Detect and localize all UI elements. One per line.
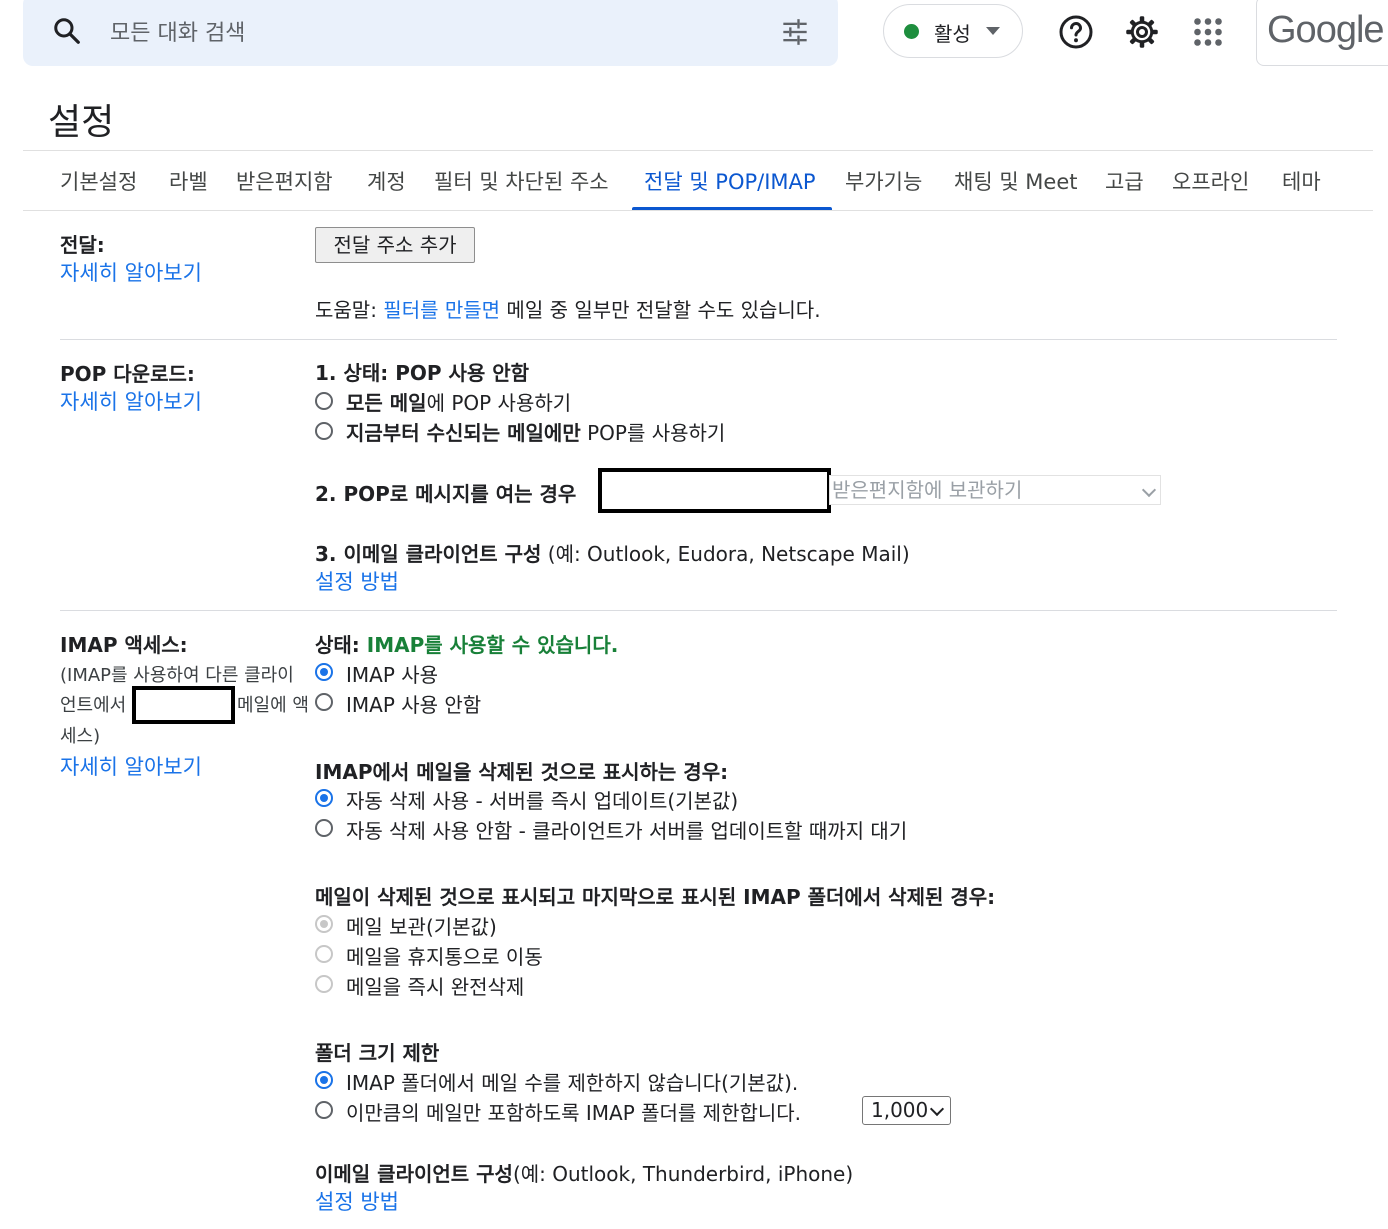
pop-new-mail-option: 지금부터 수신되는 메일에만 POP를 사용하기 (346, 417, 725, 446)
redacted-box (132, 686, 235, 724)
create-filter-link[interactable]: 필터를 만들면 (383, 298, 500, 322)
add-forwarding-address-button[interactable]: 전달 주소 추가 (315, 227, 475, 263)
status-dot-icon (904, 24, 919, 39)
pop-new-mail-radio[interactable] (315, 422, 333, 440)
tab-offline[interactable]: 오프라인 (1172, 166, 1249, 196)
page-title: 설정 (48, 102, 115, 143)
tab-chat-meet[interactable]: 채팅 및 Meet (954, 166, 1078, 196)
pop-all-mail-radio[interactable] (315, 392, 333, 410)
imap-client-config: 이메일 클라이언트 구성(예: Outlook, Thunderbird, iP… (315, 1158, 853, 1187)
trash-label: 메일을 휴지통으로 이동 (346, 945, 543, 969)
section-divider (60, 339, 1337, 340)
option-rest: POP를 사용하기 (580, 421, 726, 445)
pop-all-mail-option: 모든 메일에 POP 사용하기 (346, 387, 571, 416)
archive-label: 메일 보관(기본값) (346, 915, 497, 939)
folder-no-limit-radio[interactable] (315, 1071, 333, 1089)
imap-disable-label: IMAP 사용 안함 (346, 693, 482, 717)
folder-limit-radio[interactable] (315, 1101, 333, 1119)
tab-forwarding-pop-imap[interactable]: 전달 및 POP/IMAP (644, 166, 816, 196)
tabs-divider-top (23, 150, 1373, 151)
google-logo: Google (1267, 9, 1385, 51)
option-bold: 지금부터 수신되는 메일에만 (346, 421, 581, 445)
google-account-button[interactable]: Google (1256, 0, 1388, 66)
pop-learn-more-link[interactable]: 자세히 알아보기 (60, 386, 202, 416)
auto-expunge-on-radio[interactable] (315, 789, 333, 807)
option-rest: 에 POP 사용하기 (426, 391, 572, 415)
imap-desc-line3: 세스) (60, 726, 101, 747)
section-divider (60, 610, 1337, 611)
imap-delete-heading: IMAP에서 메일을 삭제된 것으로 표시하는 경우: (315, 760, 729, 784)
delete-forever-label: 메일을 즉시 완전삭제 (346, 975, 525, 999)
tab-inbox[interactable]: 받은편지함 (236, 166, 333, 196)
status-value: IMAP를 사용할 수 있습니다. (366, 633, 619, 657)
apps-grid-icon[interactable] (1190, 14, 1226, 50)
imap-enable-label: IMAP 사용 (346, 663, 439, 687)
chevron-down-icon (929, 1101, 945, 1117)
forwarding-learn-more-link[interactable]: 자세히 알아보기 (60, 257, 202, 287)
imap-status: 상태: IMAP를 사용할 수 있습니다. (315, 629, 618, 658)
imap-disable-radio[interactable] (315, 693, 333, 711)
imap-access-label: IMAP 액세스: (60, 633, 188, 657)
client-bold: 3. 이메일 클라이언트 구성 (315, 542, 542, 566)
client-bold: 이메일 클라이언트 구성 (315, 1162, 513, 1186)
delete-forever-radio[interactable] (315, 975, 333, 993)
pop-setup-link[interactable]: 설정 방법 (315, 566, 399, 596)
folder-no-limit-label: IMAP 폴더에서 메일 수를 제한하지 않습니다(기본값). (346, 1071, 799, 1095)
pop-status: 1. 상태: POP 사용 안함 (315, 361, 530, 385)
folder-size-heading: 폴더 크기 제한 (315, 1041, 440, 1065)
status-prefix: 상태: (315, 633, 367, 657)
caret-down-icon (986, 27, 1000, 35)
pop-action-select[interactable]: 받은편지함에 보관하기 (829, 475, 1161, 505)
imap-enable-radio[interactable] (315, 663, 333, 681)
archive-radio[interactable] (315, 915, 333, 933)
status-label: 활성 (934, 22, 971, 46)
pop-download-label: POP 다운로드: (60, 362, 195, 386)
tab-advanced[interactable]: 고급 (1105, 166, 1144, 196)
folder-limit-value: 1,000 (871, 1098, 929, 1122)
tune-icon[interactable] (780, 18, 810, 46)
tab-accounts[interactable]: 계정 (367, 166, 406, 196)
trash-radio[interactable] (315, 945, 333, 963)
tab-labels[interactable]: 라벨 (169, 166, 208, 196)
auto-expunge-off-label: 자동 삭제 사용 안함 - 클라이언트가 서버를 업데이트할 때까지 대기 (346, 819, 908, 843)
auto-expunge-off-radio[interactable] (315, 819, 333, 837)
tab-general[interactable]: 기본설정 (60, 166, 137, 196)
folder-limit-label: 이만큼의 메일만 포함하도록 IMAP 폴더를 제한합니다. (346, 1101, 802, 1125)
folder-limit-select[interactable]: 1,000 (862, 1096, 951, 1125)
search-bar[interactable]: 모든 대화 검색 (23, 0, 838, 66)
imap-learn-more-link[interactable]: 자세히 알아보기 (60, 751, 202, 781)
redacted-box (598, 468, 831, 513)
search-icon[interactable] (52, 16, 82, 46)
settings-gear-icon[interactable] (1124, 14, 1160, 50)
help-icon[interactable] (1058, 14, 1094, 50)
imap-expunge-heading: 메일이 삭제된 것으로 표시되고 마지막으로 표시된 IMAP 폴더에서 삭제된… (315, 885, 996, 909)
status-selector[interactable]: 활성 (883, 4, 1023, 58)
chevron-down-icon (1141, 482, 1157, 498)
pop-client-config: 3. 이메일 클라이언트 구성 (예: Outlook, Eudora, Net… (315, 538, 910, 567)
forwarding-tip: 도움말: 필터를 만들면 메일 중 일부만 전달할 수도 있습니다. (315, 294, 821, 323)
client-rest: (예: Outlook, Thunderbird, iPhone) (512, 1162, 854, 1186)
option-bold: 모든 메일 (346, 391, 427, 415)
tab-filters[interactable]: 필터 및 차단된 주소 (434, 166, 609, 196)
pop-action-value: 받은편지함에 보관하기 (832, 478, 1023, 502)
forwarding-label: 전달: (60, 233, 105, 257)
tab-themes[interactable]: 테마 (1282, 166, 1321, 196)
auto-expunge-on-label: 자동 삭제 사용 - 서버를 즉시 업데이트(기본값) (346, 789, 739, 813)
tip-prefix: 도움말: (315, 298, 384, 322)
imap-desc-line2a: 언트에서 (60, 695, 127, 716)
tip-suffix: 메일 중 일부만 전달할 수도 있습니다. (500, 298, 821, 322)
pop-when-opened-label: 2. POP로 메시지를 여는 경우 (315, 482, 577, 506)
client-rest: (예: Outlook, Eudora, Netscape Mail) (541, 542, 910, 566)
tab-addons[interactable]: 부가기능 (845, 166, 922, 196)
imap-desc-line2b: 메일에 액 (237, 695, 309, 716)
imap-setup-link[interactable]: 설정 방법 (315, 1186, 399, 1216)
search-input[interactable]: 모든 대화 검색 (110, 15, 245, 47)
tabs-divider-bottom (23, 210, 1373, 211)
imap-desc-line1: (IMAP를 사용하여 다른 클라이 (60, 665, 294, 686)
